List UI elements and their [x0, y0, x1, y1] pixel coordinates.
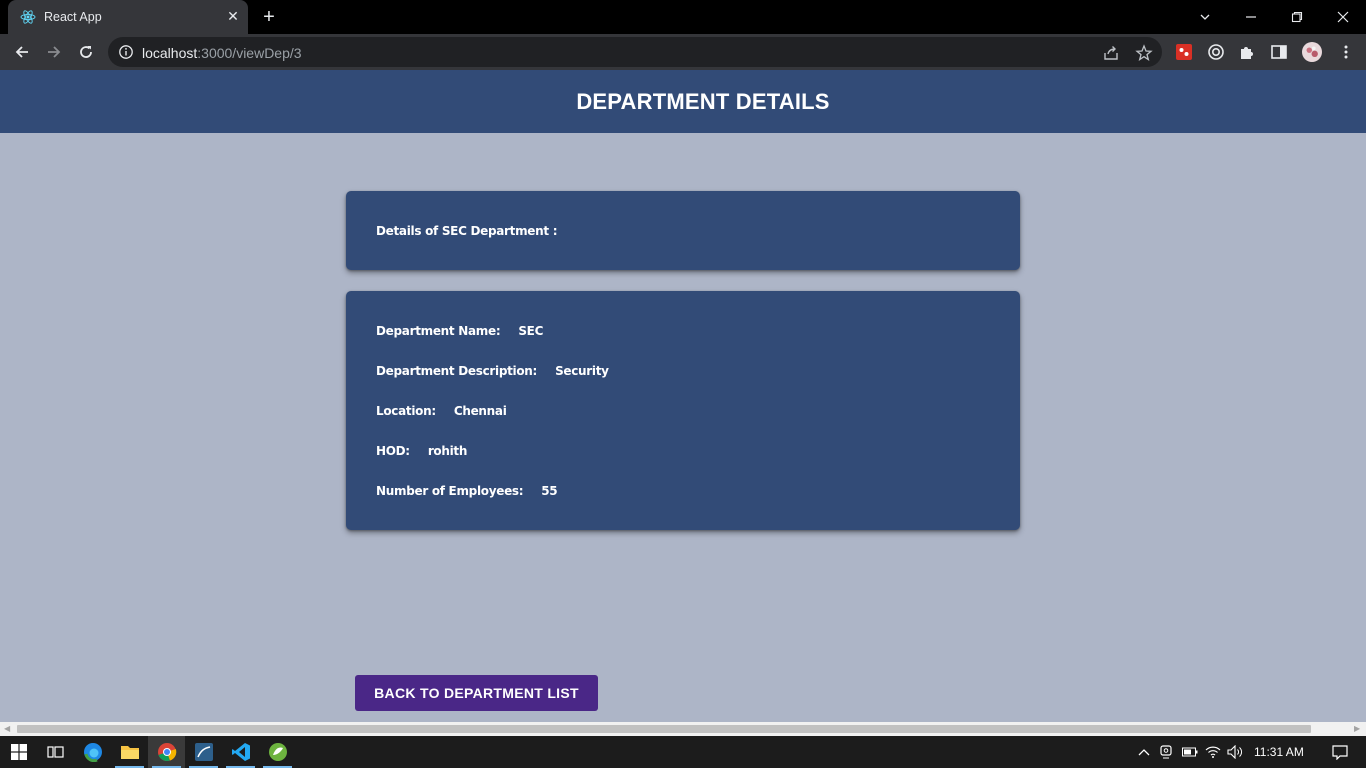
page-viewport: DEPARTMENT DETAILS Details of SEC Depart…: [0, 70, 1366, 722]
scroll-right-arrow-icon[interactable]: ▶: [1354, 725, 1362, 733]
extension-red-icon[interactable]: [1174, 42, 1194, 62]
address-bar[interactable]: localhost:3000/viewDep/3: [108, 37, 1162, 67]
site-info-icon[interactable]: [118, 44, 134, 60]
detail-label: Department Name:: [376, 324, 501, 338]
restore-button[interactable]: [1274, 0, 1320, 34]
detail-label: Department Description:: [376, 364, 538, 378]
detail-row-employees: Number of Employees: 55: [376, 484, 558, 498]
new-tab-button[interactable]: +: [258, 6, 280, 28]
react-logo-icon: [20, 9, 36, 25]
detail-value: Security: [555, 364, 609, 378]
detail-row-hod: HOD: rohith: [376, 444, 467, 458]
summary-heading: Details of SEC Department :: [376, 224, 558, 238]
detail-label: Number of Employees:: [376, 484, 524, 498]
detail-value: Chennai: [453, 404, 507, 418]
notifications-icon[interactable]: [1330, 744, 1350, 760]
file-explorer-icon[interactable]: [111, 736, 148, 768]
extension-target-icon[interactable]: [1206, 42, 1226, 62]
chrome-taskbar-icon[interactable]: [148, 736, 185, 768]
wifi-icon[interactable]: [1202, 746, 1224, 758]
system-tray: 11:31 AM: [1134, 736, 1350, 768]
clock-text[interactable]: 11:31 AM: [1254, 745, 1304, 759]
detail-row-name: Department Name: SEC: [376, 324, 543, 338]
tab-title: React App: [44, 10, 102, 24]
url-host: localhost: [142, 45, 198, 61]
tab-search-icon[interactable]: [1182, 0, 1228, 34]
share-icon[interactable]: [1102, 44, 1120, 62]
detail-row-description: Department Description: Security: [376, 364, 609, 378]
page-header: DEPARTMENT DETAILS: [0, 70, 1366, 133]
close-window-button[interactable]: [1320, 0, 1366, 34]
side-panel-icon[interactable]: [1269, 42, 1289, 62]
forward-arrow-icon[interactable]: [40, 38, 68, 66]
profile-avatar[interactable]: [1302, 42, 1322, 62]
vscode-icon[interactable]: [222, 736, 259, 768]
windows-taskbar: 11:31 AM: [0, 736, 1366, 768]
horizontal-scrollbar[interactable]: ◀ ▶: [0, 722, 1366, 736]
back-to-department-list-button[interactable]: BACK TO DEPARTMENT LIST: [355, 675, 598, 711]
browser-toolbar: localhost:3000/viewDep/3: [0, 34, 1366, 70]
extensions-puzzle-icon[interactable]: [1237, 42, 1257, 62]
chevron-up-icon[interactable]: [1134, 748, 1154, 756]
spring-tool-suite-icon[interactable]: [259, 736, 296, 768]
browser-tab-strip: React App ✕ +: [0, 0, 1366, 34]
detail-row-location: Location: Chennai: [376, 404, 507, 418]
url-path: :3000/viewDep/3: [197, 45, 302, 61]
edge-browser-icon[interactable]: [74, 736, 111, 768]
browser-tab[interactable]: React App ✕: [8, 0, 248, 34]
scroll-left-arrow-icon[interactable]: ◀: [4, 725, 12, 733]
detail-value: 55: [541, 484, 558, 498]
department-details-card: Department Name: SEC Department Descript…: [346, 291, 1020, 530]
detail-value: SEC: [518, 324, 544, 338]
detail-value: rohith: [427, 444, 468, 458]
task-view-icon[interactable]: [37, 736, 74, 768]
mysql-workbench-icon[interactable]: [185, 736, 222, 768]
webcam-icon[interactable]: [1154, 745, 1178, 759]
minimize-button[interactable]: [1228, 0, 1274, 34]
chrome-menu-icon[interactable]: [1336, 42, 1356, 62]
scrollbar-thumb[interactable]: [17, 725, 1311, 733]
tab-close-icon[interactable]: ✕: [225, 8, 241, 24]
detail-label: HOD:: [376, 444, 410, 458]
back-arrow-icon[interactable]: [8, 38, 36, 66]
windows-start-icon[interactable]: [0, 736, 37, 768]
battery-icon[interactable]: [1178, 747, 1202, 757]
detail-label: Location:: [376, 404, 436, 418]
url-text: localhost:3000/viewDep/3: [142, 45, 302, 61]
volume-icon[interactable]: [1224, 745, 1246, 759]
reload-icon[interactable]: [72, 38, 100, 66]
bookmark-star-icon[interactable]: [1135, 44, 1153, 62]
page-title: DEPARTMENT DETAILS: [576, 88, 830, 114]
department-summary-card: Details of SEC Department :: [346, 191, 1020, 270]
